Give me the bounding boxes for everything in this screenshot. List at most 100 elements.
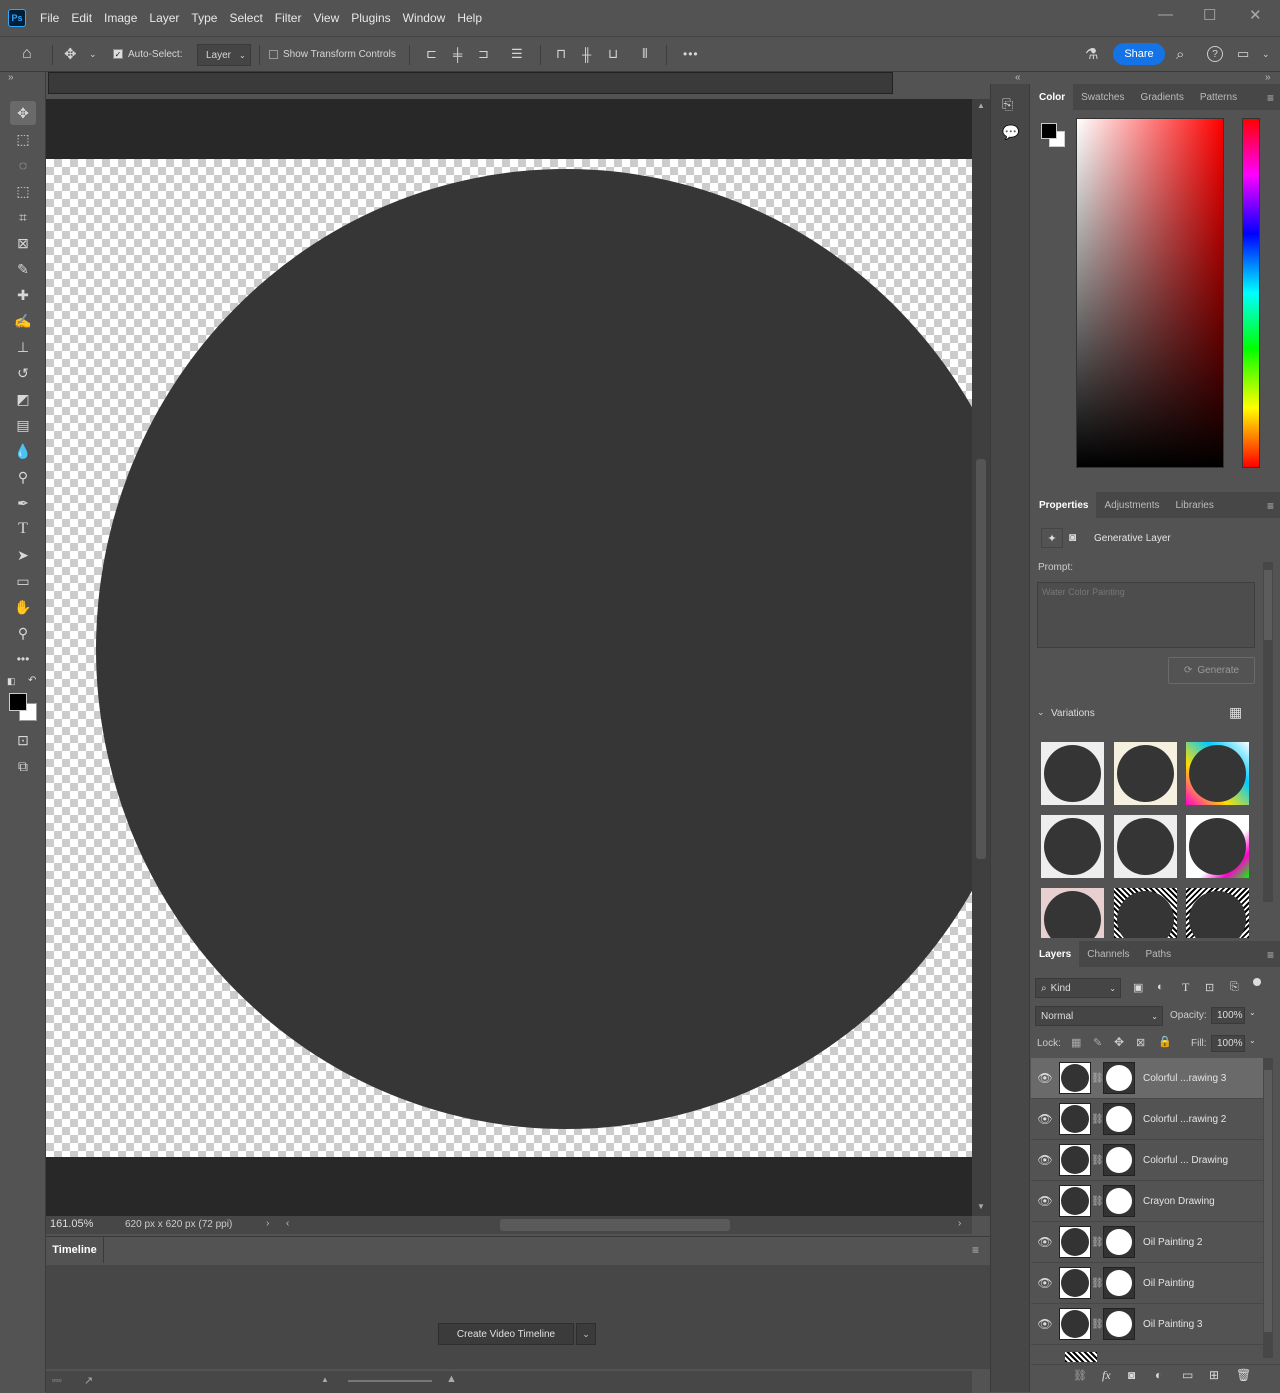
scrollbar-thumb[interactable] xyxy=(976,459,986,859)
add-mask-icon[interactable]: ◙ xyxy=(1128,1368,1135,1382)
tab-patterns[interactable]: Patterns xyxy=(1192,84,1245,110)
layer-mask-thumbnail[interactable] xyxy=(1103,1062,1135,1094)
brush-tool-icon[interactable]: ✍ xyxy=(10,309,36,333)
zoom-tool-icon[interactable]: ⚲ xyxy=(10,621,36,645)
menu-type[interactable]: Type xyxy=(191,11,217,25)
frame-tool-icon[interactable]: ⊠ xyxy=(10,231,36,255)
layer-mask-thumbnail[interactable] xyxy=(1103,1185,1135,1217)
filter-shape-icon[interactable]: ⊡ xyxy=(1205,981,1214,994)
path-selection-tool-icon[interactable]: ➤ xyxy=(10,543,36,567)
link-layers-icon[interactable]: ⛓ xyxy=(1073,1369,1087,1382)
menu-filter[interactable]: Filter xyxy=(275,11,302,25)
foreground-color-swatch[interactable] xyxy=(9,693,27,711)
grid-view-icon[interactable]: ▦ xyxy=(1229,704,1242,721)
variation-thumbnail[interactable] xyxy=(1114,815,1177,878)
crop-tool-icon[interactable]: ⌗ xyxy=(10,205,36,229)
lock-position-icon[interactable]: ✥ xyxy=(1114,1035,1124,1049)
maximize-button[interactable]: ☐ xyxy=(1203,6,1216,24)
layer-row[interactable]: 👁 ⛓ Crayon Drawing xyxy=(1031,1181,1263,1222)
blur-tool-icon[interactable]: 💧 xyxy=(10,439,36,463)
object-selection-tool-icon[interactable]: ⬚ xyxy=(10,179,36,203)
link-chain-icon[interactable]: ⛓ xyxy=(1091,1196,1104,1207)
menu-layer[interactable]: Layer xyxy=(149,11,179,25)
align-top-icon[interactable]: ⊓ xyxy=(556,37,566,71)
layer-mask-thumbnail[interactable] xyxy=(1103,1308,1135,1340)
swap-colors-icon[interactable]: ↶ xyxy=(28,675,36,686)
variation-thumbnail[interactable] xyxy=(1186,815,1249,878)
variation-thumbnail[interactable] xyxy=(1041,888,1104,938)
visibility-eye-icon[interactable]: 👁 xyxy=(1031,1235,1059,1249)
layer-name[interactable]: Oil Painting xyxy=(1143,1278,1194,1289)
tab-paths[interactable]: Paths xyxy=(1138,941,1180,967)
adjustment-layer-icon[interactable]: ◐ xyxy=(1155,1368,1162,1382)
link-chain-icon[interactable]: ⛓ xyxy=(1091,1237,1104,1248)
layer-row[interactable]: 👁 ⛓ Colorful ...rawing 2 xyxy=(1031,1099,1263,1140)
filter-smart-object-icon[interactable]: ⎘ xyxy=(1230,981,1239,994)
document-tab-bar[interactable] xyxy=(48,72,893,94)
scrollbar-thumb[interactable] xyxy=(1264,570,1272,640)
layer-name[interactable]: Oil Painting 2 xyxy=(1143,1237,1202,1248)
align-middle-vertical-icon[interactable]: ╫ xyxy=(582,37,591,71)
horizontal-scrollbar-thumb[interactable] xyxy=(500,1219,730,1231)
type-tool-icon[interactable]: T xyxy=(10,517,36,541)
tab-gradients[interactable]: Gradients xyxy=(1132,84,1191,110)
variation-thumbnail[interactable] xyxy=(1186,888,1249,938)
prompt-input[interactable]: Water Color Painting xyxy=(1037,582,1255,648)
layer-mask-thumbnail[interactable] xyxy=(1103,1226,1135,1258)
foreground-color-chip[interactable] xyxy=(1041,123,1057,139)
layer-name[interactable]: Colorful ...rawing 3 xyxy=(1143,1073,1226,1084)
layer-mask-thumbnail[interactable] xyxy=(1103,1103,1135,1135)
tab-adjustments[interactable]: Adjustments xyxy=(1096,492,1167,518)
layer-row[interactable]: 👁 ⛓ Oil Painting xyxy=(1031,1263,1263,1304)
visibility-eye-icon[interactable]: 👁 xyxy=(1031,1317,1059,1331)
comments-panel-icon[interactable]: 💬 xyxy=(1002,124,1019,141)
eyedropper-tool-icon[interactable]: ✎ xyxy=(10,257,36,281)
zoom-level[interactable]: 161.05% xyxy=(50,1218,93,1230)
align-left-icon[interactable]: ⊏ xyxy=(426,37,437,71)
layer-filter-kind-dropdown[interactable]: ⌕ Kind ⌄ xyxy=(1035,978,1121,998)
share-button[interactable]: Share xyxy=(1113,43,1165,65)
quick-mask-icon[interactable]: ⊡ xyxy=(10,728,36,752)
eraser-tool-icon[interactable]: ◩ xyxy=(10,387,36,411)
clone-stamp-tool-icon[interactable]: ⊥ xyxy=(10,335,36,359)
dodge-tool-icon[interactable]: ⚲ xyxy=(10,465,36,489)
visibility-eye-icon[interactable]: 👁 xyxy=(1031,1194,1059,1208)
variation-thumbnail[interactable] xyxy=(1186,742,1249,805)
default-colors-icon[interactable]: ◧ xyxy=(7,676,16,687)
lock-transparent-icon[interactable]: ▦ xyxy=(1071,1036,1081,1049)
menu-plugins[interactable]: Plugins xyxy=(351,11,390,25)
tab-swatches[interactable]: Swatches xyxy=(1073,84,1132,110)
scroll-down-icon[interactable]: ▼ xyxy=(977,1202,985,1211)
layer-name[interactable]: Crayon Drawing xyxy=(1143,1196,1215,1207)
variation-thumbnail[interactable] xyxy=(1041,742,1104,805)
align-right-icon[interactable]: ⊐ xyxy=(478,37,489,71)
link-chain-icon[interactable]: ⛓ xyxy=(1091,1114,1104,1125)
marquee-tool-icon[interactable]: ⬚ xyxy=(10,127,36,151)
chevron-down-icon[interactable]: ⌄ xyxy=(1249,1008,1256,1017)
collapse-icon[interactable]: « xyxy=(1015,72,1021,83)
visibility-eye-icon[interactable]: 👁 xyxy=(1031,1112,1059,1126)
menu-select[interactable]: Select xyxy=(229,11,262,25)
move-tool-icon[interactable]: ✥ xyxy=(10,101,36,125)
scroll-left-icon[interactable]: ‹ xyxy=(286,1218,289,1229)
expand-icon[interactable]: » xyxy=(8,72,14,83)
menu-window[interactable]: Window xyxy=(403,11,446,25)
hand-tool-icon[interactable]: ✋ xyxy=(10,595,36,619)
menu-edit[interactable]: Edit xyxy=(71,11,92,25)
rectangle-tool-icon[interactable]: ▭ xyxy=(10,569,36,593)
more-options-icon[interactable]: ••• xyxy=(683,37,699,71)
help-icon[interactable]: ? xyxy=(1207,46,1223,62)
tab-libraries[interactable]: Libraries xyxy=(1168,492,1222,518)
new-layer-icon[interactable]: ⊞ xyxy=(1209,1368,1219,1382)
healing-brush-tool-icon[interactable]: ✚ xyxy=(10,283,36,307)
collapse-icon[interactable]: » xyxy=(1265,72,1271,83)
visibility-eye-icon[interactable]: 👁 xyxy=(1031,1071,1059,1085)
scrollbar-thumb[interactable] xyxy=(1264,1070,1272,1332)
delete-layer-icon[interactable]: 🗑 xyxy=(1236,1368,1251,1382)
create-video-timeline-button[interactable]: Create Video Timeline xyxy=(438,1323,574,1345)
menu-file[interactable]: File xyxy=(40,11,59,25)
distribute-vertical-icon[interactable]: ☰ xyxy=(511,37,523,71)
filter-toggle-icon[interactable] xyxy=(1253,978,1261,986)
visibility-eye-icon[interactable]: 👁 xyxy=(1031,1276,1059,1290)
status-menu-arrow-icon[interactable]: › xyxy=(266,1218,269,1229)
